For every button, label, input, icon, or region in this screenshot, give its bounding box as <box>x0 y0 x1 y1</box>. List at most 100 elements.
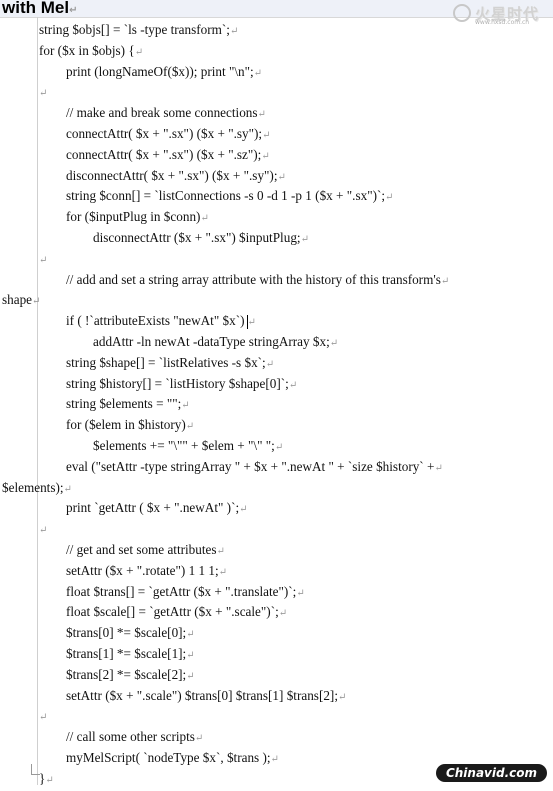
code-text: float $trans[] = `getAttr ($x + ".transl… <box>66 583 297 599</box>
code-text: // add and set a string array attribute … <box>66 271 441 287</box>
paragraph-mark-icon: ↵ <box>181 400 190 412</box>
code-line: string $shape[] = `listRelatives -s $x`;… <box>0 353 553 374</box>
code-line: eval ("setAttr -type stringArray " + $x … <box>0 457 553 478</box>
code-text: $elements += "\"" + $elem + "\" "; <box>93 437 275 453</box>
paragraph-mark-icon: ↵ <box>277 171 286 183</box>
code-line: // call some other scripts↵ <box>0 727 553 748</box>
paragraph-mark-icon: ↵ <box>32 296 41 308</box>
code-text: setAttr ($x + ".scale") $trans[0] $trans… <box>66 687 338 703</box>
code-text: if ( !`attributeExists "newAt" $x`) <box>66 313 245 329</box>
code-text: string $history[] = `listHistory $shape[… <box>66 375 289 391</box>
code-text: // call some other scripts <box>66 729 195 745</box>
code-text: eval ("setAttr -type stringArray " + $x … <box>66 458 435 474</box>
code-line: shape↵ <box>0 290 553 311</box>
code-line: $trans[2] *= $scale[2];↵ <box>0 665 553 686</box>
code-text: myMelScript( `nodeType $x`, $trans ); <box>66 749 271 765</box>
code-text: for ($elem in $history) <box>66 417 186 433</box>
code-line: // get and set some attributes↵ <box>0 540 553 561</box>
paragraph-mark-icon: ↵ <box>265 358 275 370</box>
code-text: connectAttr( $x + ".sx") ($x + ".sz"); <box>66 146 262 162</box>
paragraph-mark-icon: ↵ <box>39 712 48 724</box>
code-text: $trans[0] *= $scale[0]; <box>66 625 187 641</box>
code-line: string $elements = "";↵ <box>0 394 553 415</box>
paragraph-mark-icon: ↵ <box>300 233 309 245</box>
code-line: string $conn[] = `listConnections -s 0 -… <box>0 186 553 207</box>
code-line: $elements += "\"" + $elem + "\" ";↵ <box>0 436 553 457</box>
paragraph-mark-icon: ↵ <box>257 109 266 121</box>
code-text: $trans[1] *= $scale[1]; <box>66 645 187 661</box>
code-text: addAttr -ln newAt -dataType stringArray … <box>93 333 330 349</box>
code-line: for ($x in $objs) {↵ <box>0 41 553 62</box>
blank-line: ↵ <box>0 249 553 270</box>
page-corner-mark <box>31 764 40 775</box>
paragraph-mark-icon: ↵ <box>186 670 195 682</box>
code-line: float $scale[] = `getAttr ($x + ".scale"… <box>0 602 553 623</box>
paragraph-mark-icon: ↵ <box>63 483 72 495</box>
code-line: $elements);↵ <box>0 478 553 499</box>
code-line: disconnectAttr( $x + ".sx") ($x + ".sy")… <box>0 166 553 187</box>
paragraph-mark-icon: ↵ <box>253 67 263 79</box>
paragraph-mark-icon: ↵ <box>337 691 347 703</box>
code-line: print (longNameOf($x)); print "\n";↵ <box>0 62 553 83</box>
code-text: $trans[2] *= $scale[2]; <box>66 666 187 682</box>
code-text: string $conn[] = `listConnections -s 0 -… <box>66 188 386 204</box>
code-text: // get and set some attributes <box>66 541 217 557</box>
code-text: $elements); <box>2 479 64 495</box>
paragraph-mark-icon: ↵ <box>39 525 48 537</box>
code-text: print (longNameOf($x)); print "\n"; <box>66 63 254 79</box>
code-line: // add and set a string array attribute … <box>0 270 553 291</box>
code-text: print `getAttr ( $x + ".newAt" )`; <box>66 500 240 516</box>
code-block: string $objs[] = `ls -type transform`;↵ f… <box>0 20 553 789</box>
code-text: setAttr ($x + ".rotate") 1 1 1; <box>66 562 219 578</box>
paragraph-mark-icon: ↵ <box>186 629 195 641</box>
code-text: // make and break some connections <box>66 105 258 121</box>
paragraph-mark-icon: ↵ <box>134 46 144 58</box>
code-line: float $trans[] = `getAttr ($x + ".transl… <box>0 582 553 603</box>
code-line: disconnectAttr ($x + ".sx") $inputPlug;↵ <box>0 228 553 249</box>
paragraph-mark-icon: ↵ <box>200 213 209 225</box>
paragraph-mark-icon: ↵ <box>270 753 279 765</box>
code-line: connectAttr( $x + ".sx") ($x + ".sz");↵ <box>0 145 553 166</box>
code-text: for ($x in $objs) { <box>39 42 135 58</box>
code-line: // make and break some connections↵ <box>0 103 553 124</box>
code-text: string $objs[] = `ls -type transform`; <box>39 22 230 37</box>
paragraph-mark-icon: ↵ <box>218 566 227 578</box>
paragraph-mark-icon: ↵ <box>185 421 195 433</box>
watermark-badge: Chinavid.com <box>435 764 547 782</box>
paragraph-mark-icon: ↵ <box>45 774 54 786</box>
paragraph-mark-icon: ↵ <box>247 317 256 329</box>
paragraph-mark-icon: ↵ <box>186 649 195 661</box>
code-text: connectAttr( $x + ".sx") ($x + ".sy"); <box>66 125 263 141</box>
code-line: $trans[1] *= $scale[1];↵ <box>0 644 553 665</box>
code-text: string $elements = ""; <box>66 396 182 412</box>
paragraph-mark-icon: ↵ <box>288 379 298 391</box>
paragraph-mark-icon: ↵ <box>440 275 450 287</box>
code-line: connectAttr( $x + ".sx") ($x + ".sy");↵ <box>0 124 553 145</box>
code-line: addAttr -ln newAt -dataType stringArray … <box>0 332 553 353</box>
paragraph-mark-icon: ↵ <box>39 254 48 266</box>
code-text: disconnectAttr( $x + ".sx") ($x + ".sy")… <box>66 167 278 183</box>
code-line: for ($elem in $history)↵ <box>0 415 553 436</box>
paragraph-mark-icon: ↵ <box>385 192 394 204</box>
blank-line: ↵ <box>0 519 553 540</box>
code-line: print `getAttr ( $x + ".newAt" )`;↵ <box>0 498 553 519</box>
paragraph-mark-icon: ↵ <box>229 26 239 37</box>
paragraph-mark-icon: ↵ <box>274 441 284 453</box>
paragraph-mark-icon: ↵ <box>39 88 48 100</box>
paragraph-mark-icon: ↵ <box>261 150 270 162</box>
code-text: for ($inputPlug in $conn) <box>66 209 201 225</box>
code-line: if ( !`attributeExists "newAt" $x`) ↵ <box>0 311 553 332</box>
blank-line: ↵ <box>0 706 553 727</box>
paragraph-mark-icon: ↵ <box>434 462 443 474</box>
code-line: $trans[0] *= $scale[0];↵ <box>0 623 553 644</box>
paragraph-mark-icon: ↵ <box>278 608 288 620</box>
code-text: shape <box>2 292 33 308</box>
code-line: setAttr ($x + ".scale") $trans[0] $trans… <box>0 686 553 707</box>
code-text: float $scale[] = `getAttr ($x + ".scale"… <box>66 604 279 620</box>
code-line: string $objs[] = `ls -type transform`;↵ <box>0 20 553 41</box>
paragraph-mark-icon: ↵ <box>239 504 248 516</box>
paragraph-mark-icon: ↵ <box>216 545 225 557</box>
code-text: disconnectAttr ($x + ".sx") $inputPlug; <box>93 229 301 245</box>
code-line: string $history[] = `listHistory $shape[… <box>0 374 553 395</box>
paragraph-mark-icon: ↵ <box>262 129 271 141</box>
